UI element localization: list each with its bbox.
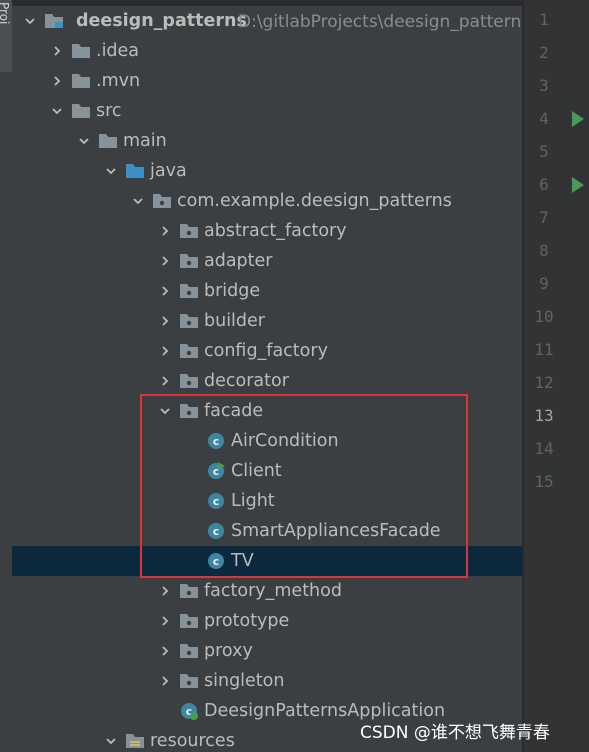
- line-number: 13: [534, 406, 554, 425]
- run-gutter-icon[interactable]: [572, 111, 584, 127]
- chevron-right-icon[interactable]: [159, 585, 171, 597]
- chevron-down-icon[interactable]: [51, 105, 63, 117]
- tree-row-label: config_factory: [204, 341, 328, 361]
- tree-row-label: bridge: [204, 281, 261, 301]
- tree-row-idea[interactable]: .idea: [12, 36, 522, 66]
- folder-icon: [99, 134, 117, 148]
- line-number: 4: [539, 109, 549, 128]
- root-project-name: deesign_patterns: [76, 11, 247, 31]
- tree-row-label: java: [150, 161, 187, 181]
- package-icon: [180, 644, 198, 658]
- chevron-right-icon[interactable]: [159, 225, 171, 237]
- run-gutter-icon[interactable]: [572, 177, 584, 193]
- package-icon: [180, 344, 198, 358]
- line-number: 12: [534, 373, 554, 392]
- chevron-down-icon[interactable]: [105, 735, 117, 747]
- annotation-box: [140, 394, 468, 578]
- project-tree[interactable]: deesign_patterns D:\gitlabProjects\deesi…: [12, 6, 522, 752]
- tree-row-builder[interactable]: builder: [12, 306, 522, 336]
- folder-icon: [72, 104, 90, 118]
- tree-row-main[interactable]: main: [12, 126, 522, 156]
- tree-row-label: resources: [150, 731, 235, 751]
- tree-row-label: main: [123, 131, 167, 151]
- chevron-right-icon[interactable]: [51, 75, 63, 87]
- tree-row-bridge[interactable]: bridge: [12, 276, 522, 306]
- package-icon: [153, 194, 171, 208]
- package-icon: [180, 674, 198, 688]
- tree-row-com-example-deesign-patterns[interactable]: com.example.deesign_patterns: [12, 186, 522, 216]
- watermark: CSDN @谁不想飞舞青春: [360, 723, 550, 743]
- tree-row-label: abstract_factory: [204, 221, 347, 241]
- tree-row-adapter[interactable]: adapter: [12, 246, 522, 276]
- chevron-right-icon[interactable]: [159, 675, 171, 687]
- chevron-right-icon[interactable]: [159, 315, 171, 327]
- chevron-right-icon[interactable]: [51, 45, 63, 57]
- package-icon: [180, 254, 198, 268]
- tree-row-decorator[interactable]: decorator: [12, 366, 522, 396]
- package-icon: [180, 584, 198, 598]
- tree-row-label: adapter: [204, 251, 273, 271]
- chevron-right-icon[interactable]: [159, 615, 171, 627]
- tree-row-label: factory_method: [204, 581, 342, 601]
- package-icon: [180, 224, 198, 238]
- line-number: 9: [539, 274, 549, 293]
- line-number: 8: [539, 241, 549, 260]
- chevron-right-icon[interactable]: [159, 285, 171, 297]
- chevron-right-icon[interactable]: [159, 345, 171, 357]
- line-number: 6: [539, 175, 549, 194]
- spring-boot-class-icon: c: [181, 703, 198, 720]
- chevron-down-icon[interactable]: [78, 135, 90, 147]
- tree-row-config-factory[interactable]: config_factory: [12, 336, 522, 366]
- module-folder-icon: [45, 14, 63, 28]
- line-number: 2: [539, 43, 549, 62]
- folder-icon: [72, 74, 90, 88]
- line-number: 11: [534, 340, 554, 359]
- line-number: 7: [539, 208, 549, 227]
- tree-row-factory-method[interactable]: factory_method: [12, 576, 522, 606]
- resources-folder-icon: [126, 734, 144, 748]
- line-number: 14: [534, 439, 554, 458]
- tree-row-label: .mvn: [96, 71, 141, 91]
- tree-row-label: prototype: [204, 611, 290, 631]
- editor-gutter: 1 2 3 4 5 6 7 8 9 10 11 12 13 14 15: [524, 0, 589, 752]
- chevron-right-icon[interactable]: [159, 375, 171, 387]
- chevron-right-icon[interactable]: [159, 255, 171, 267]
- folder-icon: [72, 44, 90, 58]
- chevron-down-icon[interactable]: [105, 165, 117, 177]
- tree-row-mvn[interactable]: .mvn: [12, 66, 522, 96]
- package-icon: [180, 374, 198, 388]
- tree-row-label: .idea: [96, 41, 140, 61]
- tree-row-prototype[interactable]: prototype: [12, 606, 522, 636]
- line-number: 5: [539, 142, 549, 161]
- package-icon: [180, 614, 198, 628]
- package-icon: [180, 314, 198, 328]
- source-folder-icon: [126, 164, 144, 178]
- tree-row-src[interactable]: src: [12, 96, 522, 126]
- tree-row-label: singleton: [204, 671, 285, 691]
- tree-row-label: decorator: [204, 371, 289, 391]
- project-tool-tab-label: Proj: [0, 2, 11, 25]
- line-number: 15: [534, 472, 554, 491]
- tree-row-abstract-factory[interactable]: abstract_factory: [12, 216, 522, 246]
- tree-row-label: com.example.deesign_patterns: [177, 191, 452, 211]
- tree-row-label: src: [96, 101, 122, 121]
- line-number: 10: [534, 307, 554, 326]
- tree-row-label: proxy: [204, 641, 253, 661]
- package-icon: [180, 284, 198, 298]
- tool-window-stripe: Proj: [0, 0, 12, 752]
- line-number: 1: [539, 10, 549, 29]
- chevron-right-icon[interactable]: [159, 645, 171, 657]
- root-project-path: D:\gitlabProjects\deesign_patterns: [238, 12, 522, 32]
- tree-row-singleton[interactable]: singleton: [12, 666, 522, 696]
- tree-row-proxy[interactable]: proxy: [12, 636, 522, 666]
- tree-root-row[interactable]: deesign_patterns D:\gitlabProjects\deesi…: [12, 6, 522, 36]
- project-tool-tab[interactable]: Proj: [0, 0, 12, 72]
- tree-row-label: builder: [204, 311, 265, 331]
- tree-row-java[interactable]: java: [12, 156, 522, 186]
- chevron-down-icon[interactable]: [24, 15, 36, 27]
- line-number: 3: [539, 76, 549, 95]
- chevron-down-icon[interactable]: [132, 195, 144, 207]
